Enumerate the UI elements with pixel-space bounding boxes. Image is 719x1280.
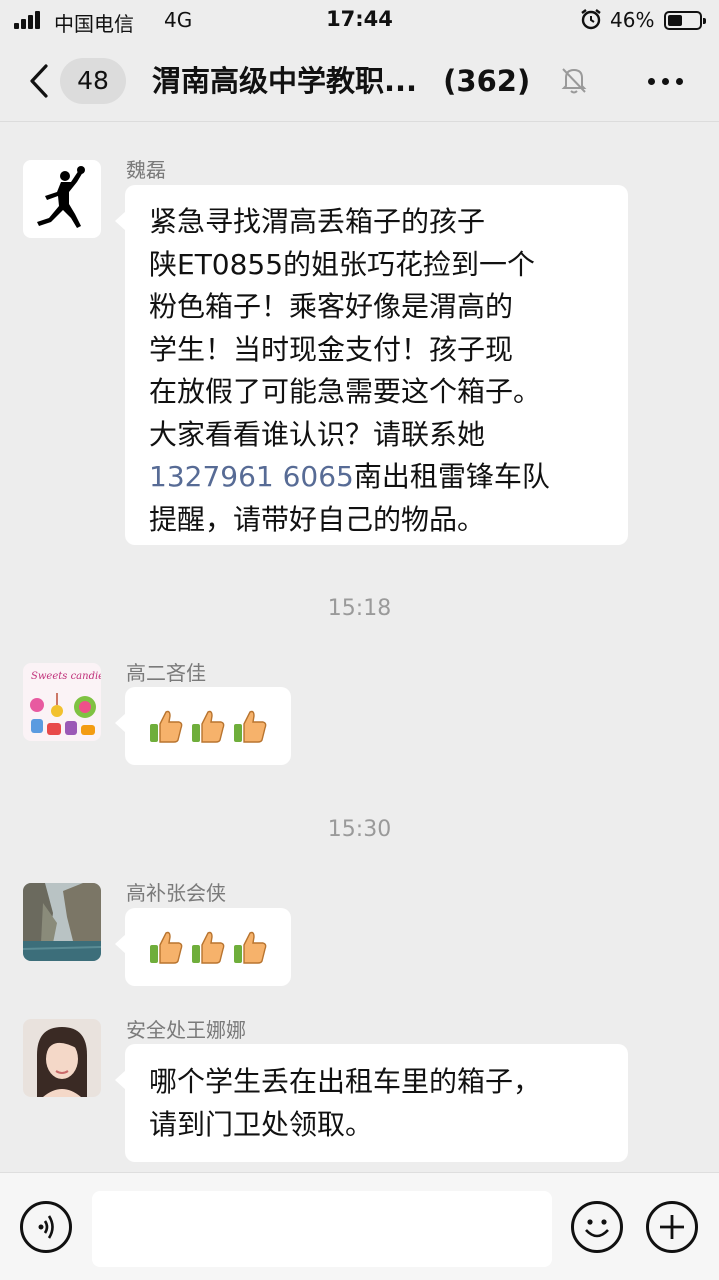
thumbs-up-icon xyxy=(234,710,267,743)
avatar-weilei[interactable] xyxy=(23,160,101,238)
woman-portrait-icon xyxy=(23,1019,101,1097)
thumbs-up-icon xyxy=(150,710,183,743)
message-line: 学生！当时现金支付！孩子现 xyxy=(149,332,514,366)
group-name: 渭南高级中学教职... xyxy=(152,64,418,98)
sender-name: 安全处王娜娜 xyxy=(126,1018,246,1042)
emoji-button[interactable] xyxy=(571,1201,623,1253)
thumbs-up-icon xyxy=(150,931,183,964)
message-fragment: 南出租雷锋车队 xyxy=(353,460,550,493)
back-chevron-icon[interactable] xyxy=(26,62,52,100)
battery-percent: 46% xyxy=(610,8,655,32)
avatar-gaoer[interactable]: Sweets candies xyxy=(23,663,101,741)
message-line: 大家看看谁认识？请联系她 xyxy=(149,417,486,451)
thumbs-up-emoji-group xyxy=(148,708,268,744)
chat-title[interactable]: 渭南高级中学教职... (362) xyxy=(152,60,552,102)
message-input[interactable] xyxy=(92,1191,552,1267)
mute-bell-icon xyxy=(561,68,587,94)
message-line: 哪个学生丢在出租车里的箱子， xyxy=(149,1065,542,1098)
more-functions-button[interactable] xyxy=(646,1201,698,1253)
message-line: 请到门卫处领取。 xyxy=(149,1107,374,1141)
plus-icon xyxy=(660,1215,684,1239)
battery-icon xyxy=(664,11,706,30)
sender-name: 魏磊 xyxy=(126,158,166,182)
message-line: 提醒，请带好自己的物品。 xyxy=(149,502,486,536)
unread-count-badge[interactable]: 48 xyxy=(60,58,126,104)
message-line: 在放假了可能急需要这个箱子。 xyxy=(149,375,542,408)
message-line: 紧急寻找渭高丢箱子的孩子 xyxy=(149,205,486,238)
message-line: 陕ET0855的姐张巧花捡到一个 xyxy=(149,247,536,281)
sweets-candies-icon: Sweets candies xyxy=(30,671,101,735)
chat-input-bar xyxy=(0,1172,719,1280)
message-bubble[interactable]: 哪个学生丢在出租车里的箱子， 请到门卫处领取。 xyxy=(115,1044,628,1162)
avatar-wangnana[interactable] xyxy=(23,1019,101,1097)
sender-name: 高补张会侠 xyxy=(126,881,226,905)
thumbs-up-icon xyxy=(192,710,225,743)
message-bubble[interactable]: 紧急寻找渭高丢箱子的孩子 陕ET0855的姐张巧花捡到一个 粉色箱子！乘客好像是… xyxy=(115,185,628,545)
timestamp: 15:18 xyxy=(327,596,392,621)
thumbs-up-emoji-group xyxy=(148,929,268,965)
timestamp: 15:30 xyxy=(327,817,392,842)
alarm-icon xyxy=(581,9,601,30)
avatar-gaobu[interactable] xyxy=(23,883,101,961)
message-line: 粉色箱子！乘客好像是渭高的 xyxy=(149,290,514,323)
phone-number-link[interactable]: 1327961 6065 xyxy=(149,460,354,493)
more-icon[interactable] xyxy=(646,78,686,86)
sender-name: 高二吝佳 xyxy=(126,661,206,685)
thumbs-up-icon xyxy=(234,931,267,964)
avatar-text: Sweets candies xyxy=(31,671,101,682)
emoji-icon xyxy=(585,1219,609,1238)
member-count: (362) xyxy=(443,64,531,98)
battery-fill xyxy=(668,15,682,26)
jumpman-logo-icon xyxy=(37,166,85,228)
message-line: 1327961 6065南出租雷锋车队 xyxy=(149,456,628,499)
chat-nav-bar: 48 渭南高级中学教职... (362) xyxy=(0,40,719,122)
cliff-landscape-icon xyxy=(23,883,101,961)
voice-icon xyxy=(38,1215,54,1239)
voice-button[interactable] xyxy=(20,1201,72,1253)
status-bar: 中国电信 4G 17:44 46% xyxy=(0,0,719,40)
thumbs-up-icon xyxy=(192,931,225,964)
